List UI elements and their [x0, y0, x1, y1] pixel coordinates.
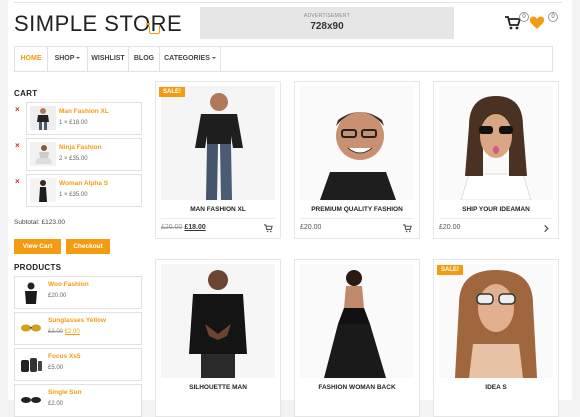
chevron-down-icon: [76, 57, 81, 59]
top-divider: [14, 2, 562, 3]
sidebar-product-price: £5.00: [48, 365, 64, 371]
product-thumbnail[interactable]: [18, 388, 44, 412]
sale-badge: SALE!: [437, 265, 463, 275]
product-price: £20.00 £18.00: [161, 224, 206, 231]
cart-item-qty: 1 × £35.00: [59, 192, 88, 198]
sidebar-product-name[interactable]: Sunglasses Yellow: [48, 317, 106, 324]
product-price: £20.00: [300, 224, 322, 231]
old-price: £20.00: [161, 224, 183, 231]
product-card[interactable]: SALE! MAN FASHION XL £20.00 £18.00: [155, 81, 281, 239]
subtotal-value: £123.00: [41, 219, 65, 226]
product-card[interactable]: PREMIUM QUALITY FASHION £20.00: [294, 81, 420, 239]
nav-shop[interactable]: SHOP: [48, 47, 88, 71]
sale-price: £2.00: [64, 329, 80, 335]
card-divider: [439, 218, 553, 219]
sidebar-product: Focus Xs5 £5.00: [14, 348, 142, 381]
nav-home[interactable]: HOME: [15, 47, 48, 71]
remove-item-icon[interactable]: ×: [15, 106, 20, 114]
cart-item: Man Fashion XL 1 × £18.00: [26, 102, 142, 135]
products-heading: PRODUCTS: [14, 263, 62, 272]
cart-item-name[interactable]: Ninja Fashion: [59, 144, 102, 151]
product-title[interactable]: MAN FASHION XL: [156, 206, 280, 213]
product-thumbnail[interactable]: [18, 352, 44, 376]
chevron-down-icon: [211, 57, 216, 59]
view-cart-button[interactable]: View Cart: [14, 239, 61, 254]
product-card[interactable]: SALE! IDEA S: [433, 259, 559, 417]
cart-item-qty: 1 × £18.00: [59, 120, 88, 126]
advertisement-banner[interactable]: ADVERTISEMENT 728x90: [200, 7, 454, 39]
chevron-right-icon[interactable]: [542, 224, 551, 233]
card-divider: [161, 218, 275, 219]
product-price: £20.00: [439, 224, 461, 231]
product-thumbnail[interactable]: [30, 106, 56, 130]
product-image[interactable]: [300, 86, 414, 200]
cart-item: Woman Alpha S 1 × £35.00: [26, 174, 142, 207]
cart-heading: CART: [14, 89, 38, 98]
main-nav: HOME SHOP WISHLIST BLOG CATEGORIES: [14, 46, 553, 72]
nav-categories[interactable]: CATEGORIES: [160, 47, 221, 71]
sidebar-product-name[interactable]: Single Sun: [48, 389, 82, 396]
card-divider: [300, 218, 414, 219]
remove-item-icon[interactable]: ×: [15, 142, 20, 150]
wishlist-heart-icon[interactable]: [529, 15, 545, 31]
cart-item-name[interactable]: Woman Alpha S: [59, 180, 108, 187]
product-thumbnail[interactable]: [18, 280, 44, 304]
add-to-cart-icon[interactable]: [264, 224, 273, 233]
product-thumbnail[interactable]: [30, 142, 56, 166]
sidebar-product-price: £2.00: [48, 401, 64, 407]
nav-wishlist[interactable]: WISHLIST: [88, 47, 129, 71]
product-card[interactable]: SHIP YOUR IDEAMAN £20.00: [433, 81, 559, 239]
sidebar-product-price: £20.00: [48, 293, 67, 299]
cart-item-name[interactable]: Man Fashion XL: [59, 108, 109, 115]
wishlist-count-badge: 0: [548, 12, 558, 22]
product-thumbnail[interactable]: [30, 178, 56, 202]
ad-size: 728x90: [310, 21, 344, 32]
product-title[interactable]: IDEA S: [434, 384, 558, 391]
sidebar-product: Single Sun £2.00: [14, 384, 142, 417]
product-title[interactable]: PREMIUM QUALITY FASHION: [295, 206, 419, 213]
cart-count-badge: 0: [519, 12, 529, 22]
product-title[interactable]: FASHION WOMAN BACK: [295, 384, 419, 391]
logo-cart-icon: [146, 23, 160, 34]
cart-item: Ninja Fashion 2 × £35.00: [26, 138, 142, 171]
ad-label: ADVERTISEMENT: [303, 13, 351, 19]
product-card[interactable]: SILHOUETTE MAN: [155, 259, 281, 417]
sidebar-product-name[interactable]: Focus Xs5: [48, 353, 81, 360]
product-thumbnail[interactable]: [18, 316, 44, 340]
sidebar-product-price: £3.00 £2.00: [48, 329, 80, 335]
product-image[interactable]: [161, 86, 275, 200]
subtotal-label: Subtotal:: [14, 219, 40, 226]
sidebar-product: Sunglasses Yellow £3.00 £2.00: [14, 312, 142, 345]
sale-badge: SALE!: [159, 87, 185, 97]
sale-price: £18.00: [184, 224, 206, 231]
checkout-button[interactable]: Checkout: [66, 239, 110, 254]
product-image[interactable]: [439, 86, 553, 200]
sidebar-product-name[interactable]: Woo Fashion: [48, 281, 89, 288]
product-title[interactable]: SHIP YOUR IDEAMAN: [434, 206, 558, 213]
cart-subtotal: Subtotal: £123.00: [14, 219, 65, 226]
remove-item-icon[interactable]: ×: [15, 178, 20, 186]
cart-item-qty: 2 × £35.00: [59, 156, 88, 162]
product-image[interactable]: [161, 264, 275, 378]
product-card[interactable]: FASHION WOMAN BACK: [294, 259, 420, 417]
old-price: £3.00: [48, 329, 64, 335]
product-image[interactable]: [300, 264, 414, 378]
product-image[interactable]: [439, 264, 553, 378]
add-to-cart-icon[interactable]: [403, 224, 412, 233]
nav-blog[interactable]: BLOG: [129, 47, 160, 71]
product-title[interactable]: SILHOUETTE MAN: [156, 384, 280, 391]
sidebar-product: Woo Fashion £20.00: [14, 276, 142, 309]
